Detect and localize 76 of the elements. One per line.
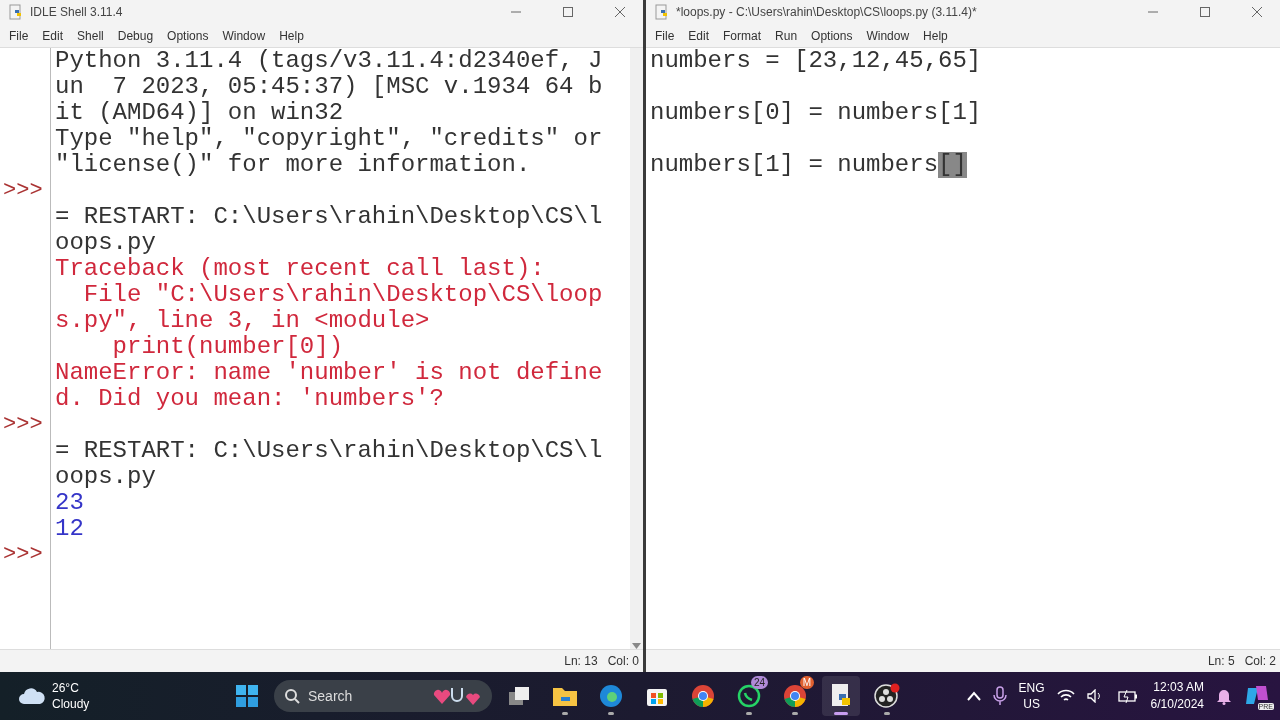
column-status: Col: 2 <box>1244 654 1276 668</box>
task-view-icon <box>507 685 531 707</box>
hearts-stethoscope-icon <box>432 685 482 707</box>
output-text: Python 3.11.4 (tags/v3.11.4:d2340ef, J <box>55 48 603 74</box>
scrollbar[interactable] <box>630 48 643 649</box>
shell-prompt: >>> <box>2 412 43 438</box>
error-text: print(number[0]) <box>111 334 344 360</box>
notification-badge: 24 <box>750 676 768 689</box>
bracket-highlight: [] <box>938 152 967 178</box>
column-status: Col: 0 <box>607 654 639 668</box>
error-text: d. Did you mean: 'numbers'? <box>55 386 444 412</box>
language-indicator[interactable]: ENG US <box>1018 680 1045 712</box>
menu-item[interactable]: Shell <box>70 28 111 43</box>
python-file-icon <box>654 4 670 20</box>
temperature: 26°C <box>52 680 80 696</box>
output-text: oops.py <box>55 230 156 256</box>
output-text: oops.py <box>55 464 156 490</box>
python-file-icon <box>830 683 852 709</box>
taskbar-app-button[interactable]: 24 <box>730 676 768 716</box>
window-title: *loops.py - C:\Users\rahin\Desktop\CS\loops.py (3.11.4)* <box>676 5 978 19</box>
chat-icon <box>737 684 761 708</box>
taskbar-app-button[interactable]: M <box>776 676 814 716</box>
output-text: = RESTART: C:\Users\rahin\Desktop\CS\l <box>55 438 603 464</box>
maximize-icon <box>1199 6 1211 18</box>
output-text: Type "help", "copyright", "credits" or <box>55 126 603 152</box>
output-text: 23 <box>55 490 84 516</box>
output-text: "license()" for more information. <box>55 152 531 178</box>
menu-item[interactable]: Help <box>916 28 955 43</box>
python-file-icon <box>8 4 24 20</box>
line-number-status: Ln: 5 <box>1207 654 1235 668</box>
record-icon <box>874 683 900 709</box>
error-text: s.py", line 3, in <module> <box>55 308 430 334</box>
close-icon <box>614 6 626 18</box>
wifi-icon[interactable] <box>1056 689 1075 703</box>
output-text: = RESTART: C:\Users\rahin\Desktop\CS\l <box>55 204 603 230</box>
error-text: File "C:\Users\rahin\Desktop\CS\loop <box>82 282 603 308</box>
taskbar-app-button[interactable] <box>822 676 860 716</box>
menu-item[interactable]: Options <box>804 28 860 43</box>
menu-item[interactable]: File <box>648 28 682 43</box>
output-text: 12 <box>55 516 84 542</box>
windows-logo-icon <box>235 684 259 708</box>
code-line: numbers[1] = numbers <box>650 152 939 178</box>
cloud-icon <box>18 687 46 705</box>
notification-badge: M <box>799 676 814 689</box>
menu-item[interactable]: Format <box>716 28 769 43</box>
scroll-down-icon[interactable] <box>632 643 641 649</box>
bell-icon[interactable] <box>1216 687 1232 705</box>
menu-item[interactable]: Window <box>859 28 917 43</box>
shell-prompt: >>> <box>2 178 43 204</box>
menu-item[interactable]: File <box>2 28 36 43</box>
menu-item[interactable]: Edit <box>681 28 717 43</box>
menu-item[interactable]: Window <box>215 28 273 43</box>
chevron-up-icon[interactable] <box>966 691 981 701</box>
menu-item[interactable]: Run <box>768 28 805 43</box>
close-icon <box>1251 6 1263 18</box>
folder-icon <box>552 685 578 707</box>
code-line: numbers[0] = numbers[1] <box>650 100 982 126</box>
output-text: it (AMD64)] on win32 <box>55 100 344 126</box>
line-number-status: Ln: 13 <box>564 654 598 668</box>
maximize-icon <box>562 6 574 18</box>
menu-item[interactable]: Options <box>160 28 216 43</box>
search-icon <box>284 688 300 704</box>
battery-icon[interactable] <box>1116 689 1139 703</box>
window-title: IDLE Shell 3.11.4 <box>30 5 124 19</box>
clock[interactable]: 12:03 AM 6/10/2024 <box>1150 679 1204 713</box>
microphone-icon[interactable] <box>992 686 1007 706</box>
menu-item[interactable]: Edit <box>35 28 71 43</box>
menu-item[interactable]: Debug <box>110 28 161 43</box>
weather-condition: Cloudy <box>52 696 90 712</box>
output-text: un 7 2023, 05:45:37) [MSC v.1934 64 b <box>55 74 603 100</box>
shell-prompt: >>> <box>2 542 43 568</box>
code-line: numbers = [23,12,45,65] <box>650 48 982 74</box>
error-text: Traceback (most recent call last): <box>55 256 545 282</box>
search-field[interactable]: Search <box>274 680 492 712</box>
menu-item[interactable]: Help <box>272 28 311 43</box>
error-text: NameError: name 'number' is not define <box>55 360 603 386</box>
